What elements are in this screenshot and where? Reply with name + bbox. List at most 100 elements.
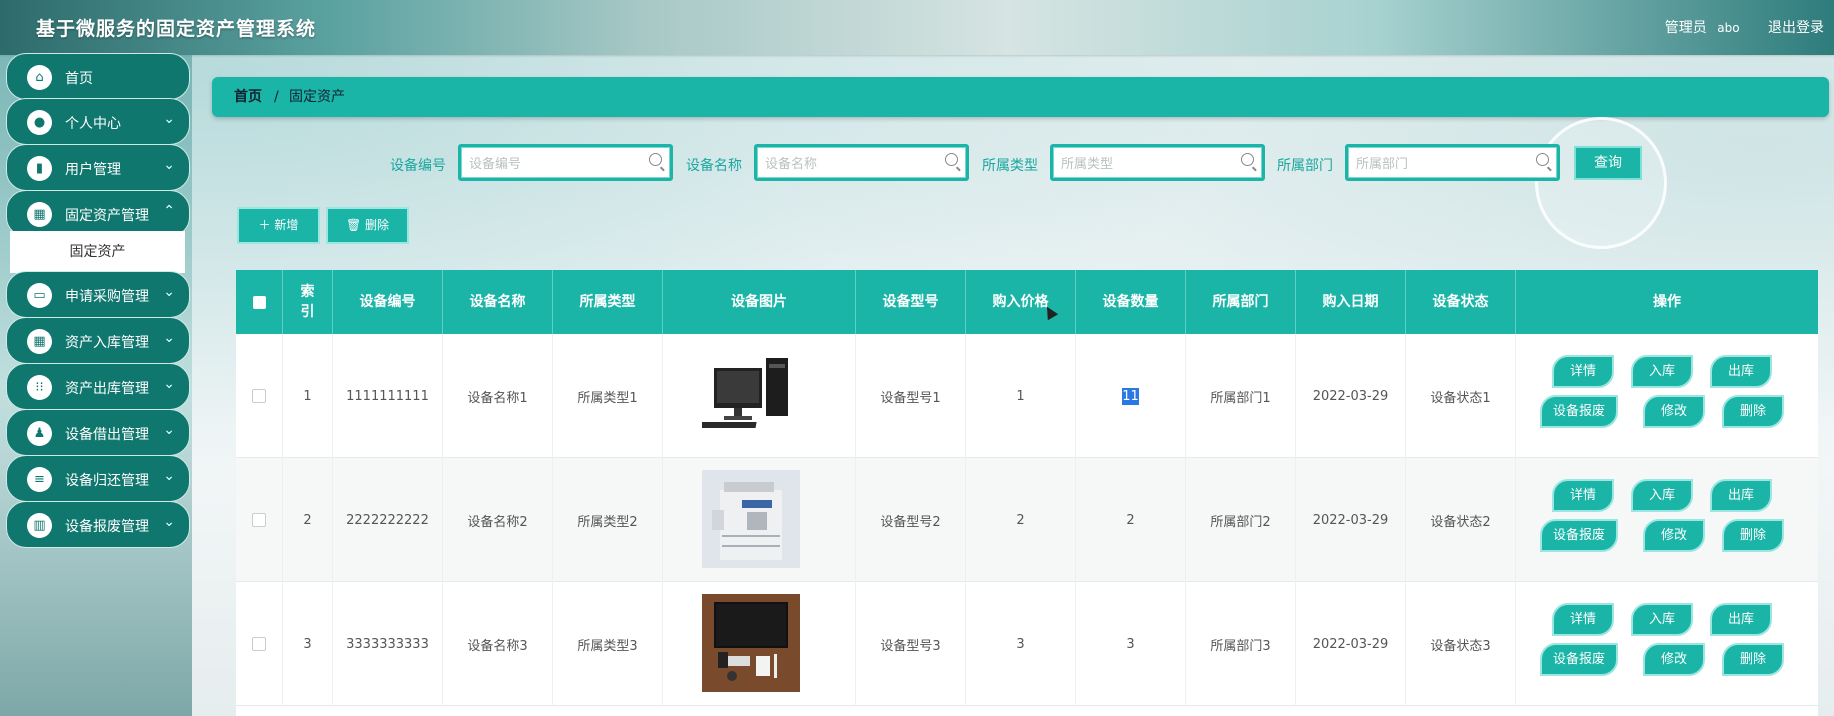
checkbox[interactable] bbox=[252, 513, 266, 527]
batch-delete-button[interactable]: 🗑 删除 bbox=[326, 207, 409, 244]
checkbox[interactable] bbox=[252, 295, 266, 309]
table-row: 3 3333333333 设备名称3 所属类型3 设备型号3 3 3 所属部门3… bbox=[236, 582, 1818, 706]
top-bar: 基于微服务的固定资产管理系统 管理员 abo 退出登录 bbox=[0, 0, 1834, 55]
query-button[interactable]: 查询 bbox=[1574, 146, 1642, 180]
scrap-button[interactable]: 设备报废 bbox=[1540, 395, 1618, 428]
table-row: 1 1111111111 设备名称1 所属类型1 设备型号1 1 11 所属部门… bbox=[236, 334, 1818, 458]
header-index: 索引 bbox=[283, 270, 333, 334]
cell-ops: 详情 入库 出库 设备报废 修改 删除 bbox=[1516, 334, 1818, 458]
cell-type: 所属类型1 bbox=[553, 334, 663, 458]
scrap-button[interactable]: 设备报废 bbox=[1540, 519, 1618, 552]
sidebar: ⌂ 首页 ● 个人中心 ⌄ ▮ 用户管理 ⌄ ▦ 固定资产管理 ⌃ 固定资产 ▭… bbox=[0, 53, 192, 716]
search-icon bbox=[1536, 153, 1549, 166]
sidebar-item-label: 首页 bbox=[65, 71, 93, 87]
bar-chart-icon: ▥ bbox=[27, 513, 52, 538]
row-select[interactable] bbox=[236, 582, 283, 706]
cell-model: 设备型号1 bbox=[856, 334, 966, 458]
header-image: 设备图片 bbox=[663, 270, 856, 334]
search-box-type bbox=[1050, 144, 1265, 181]
header-dept: 所属部门 bbox=[1186, 270, 1296, 334]
cell-status: 设备状态3 bbox=[1406, 582, 1516, 706]
cell-price: 2 bbox=[966, 458, 1076, 582]
sidebar-item-personal-center[interactable]: ● 个人中心 ⌄ bbox=[6, 98, 190, 145]
sidebar-item-label: 资产出库管理 bbox=[65, 381, 149, 397]
search-icon bbox=[945, 153, 958, 166]
checkbox[interactable] bbox=[252, 389, 266, 403]
stock-out-button[interactable]: 出库 bbox=[1710, 603, 1772, 636]
cell-dept: 所属部门2 bbox=[1186, 458, 1296, 582]
sidebar-item-asset-out[interactable]: ⁝⁝ 资产出库管理 ⌄ bbox=[6, 363, 190, 410]
device-name-input[interactable] bbox=[763, 151, 942, 177]
chevron-down-icon: ⌄ bbox=[163, 284, 175, 300]
header-model: 设备型号 bbox=[856, 270, 966, 334]
delete-button[interactable]: 删除 bbox=[1722, 395, 1784, 428]
header-code: 设备编号 bbox=[333, 270, 443, 334]
breadcrumb-home[interactable]: 首页 bbox=[234, 77, 262, 117]
department-input[interactable] bbox=[1354, 151, 1533, 177]
cell-image bbox=[663, 582, 856, 706]
device-type-input[interactable] bbox=[1059, 151, 1238, 177]
sidebar-item-device-lend[interactable]: ♟ 设备借出管理 ⌄ bbox=[6, 409, 190, 456]
search-icon bbox=[1241, 153, 1254, 166]
cell-type: 所属类型2 bbox=[553, 458, 663, 582]
device-code-input[interactable] bbox=[467, 151, 646, 177]
sidebar-item-label: 个人中心 bbox=[65, 116, 121, 132]
desk-setup-image bbox=[702, 594, 800, 692]
row-select[interactable] bbox=[236, 458, 283, 582]
sidebar-item-label: 资产入库管理 bbox=[65, 335, 149, 351]
search-box-code bbox=[458, 144, 673, 181]
assets-table: 索引 设备编号 设备名称 所属类型 设备图片 设备型号 购入价格 设备数量 所属… bbox=[236, 270, 1818, 716]
copier-image bbox=[702, 470, 800, 568]
header-type: 所属类型 bbox=[553, 270, 663, 334]
header-date: 购入日期 bbox=[1296, 270, 1406, 334]
app-title: 基于微服务的固定资产管理系统 bbox=[36, 18, 317, 40]
sidebar-subitem-fixed-assets[interactable]: 固定资产 bbox=[10, 231, 185, 273]
edit-button[interactable]: 修改 bbox=[1643, 395, 1705, 428]
cell-index: 1 bbox=[283, 334, 333, 458]
computer-image bbox=[702, 346, 800, 444]
cell-type: 所属类型3 bbox=[553, 582, 663, 706]
add-button[interactable]: ＋ 新增 bbox=[237, 207, 320, 244]
cell-dept: 所属部门3 bbox=[1186, 582, 1296, 706]
search-label-type: 所属类型 bbox=[982, 158, 1038, 174]
sidebar-item-asset-management[interactable]: ▦ 固定资产管理 ⌃ bbox=[6, 190, 190, 237]
cell-date: 2022-03-29 bbox=[1296, 582, 1406, 706]
cell-qty: 3 bbox=[1076, 582, 1186, 706]
delete-button[interactable]: 删除 bbox=[1722, 643, 1784, 676]
stock-in-button[interactable]: 入库 bbox=[1631, 603, 1693, 636]
sidebar-item-purchase-request[interactable]: ▭ 申请采购管理 ⌄ bbox=[6, 271, 190, 318]
detail-button[interactable]: 详情 bbox=[1552, 479, 1614, 512]
chevron-down-icon: ⌄ bbox=[163, 111, 175, 127]
sidebar-item-label: 申请采购管理 bbox=[65, 289, 149, 305]
edit-button[interactable]: 修改 bbox=[1643, 519, 1705, 552]
sidebar-item-user-management[interactable]: ▮ 用户管理 ⌄ bbox=[6, 144, 190, 191]
checkbox[interactable] bbox=[252, 637, 266, 651]
row-select[interactable] bbox=[236, 334, 283, 458]
scrap-button[interactable]: 设备报废 bbox=[1540, 643, 1618, 676]
cell-model: 设备型号3 bbox=[856, 582, 966, 706]
header-ops: 操作 bbox=[1653, 294, 1681, 310]
header-select-all[interactable] bbox=[236, 270, 283, 334]
detail-button[interactable]: 详情 bbox=[1552, 355, 1614, 388]
logout-link[interactable]: 退出登录 bbox=[1768, 20, 1824, 36]
stock-in-button[interactable]: 入库 bbox=[1631, 479, 1693, 512]
sidebar-item-device-scrap[interactable]: ▥ 设备报废管理 ⌄ bbox=[6, 501, 190, 548]
sidebar-item-label: 设备借出管理 bbox=[65, 427, 149, 443]
chevron-down-icon: ⌄ bbox=[163, 514, 175, 530]
sidebar-item-home[interactable]: ⌂ 首页 bbox=[6, 53, 190, 100]
search-box-name bbox=[754, 144, 969, 181]
delete-button[interactable]: 删除 bbox=[1722, 519, 1784, 552]
sidebar-item-label: 设备报废管理 bbox=[65, 519, 149, 535]
cell-date: 2022-03-29 bbox=[1296, 458, 1406, 582]
cell-qty: 11 bbox=[1076, 334, 1186, 458]
stock-out-button[interactable]: 出库 bbox=[1710, 479, 1772, 512]
header-qty: 设备数量 bbox=[1076, 270, 1186, 334]
detail-button[interactable]: 详情 bbox=[1552, 603, 1614, 636]
sidebar-item-asset-in[interactable]: ▦ 资产入库管理 ⌄ bbox=[6, 317, 190, 364]
stock-in-button[interactable]: 入库 bbox=[1631, 355, 1693, 388]
cell-name: 设备名称2 bbox=[443, 458, 553, 582]
stock-out-button[interactable]: 出库 bbox=[1710, 355, 1772, 388]
sidebar-item-device-return[interactable]: ≡ 设备归还管理 ⌄ bbox=[6, 455, 190, 502]
edit-button[interactable]: 修改 bbox=[1643, 643, 1705, 676]
cell-ops: 详情 入库 出库 设备报废 修改 删除 bbox=[1516, 582, 1818, 706]
